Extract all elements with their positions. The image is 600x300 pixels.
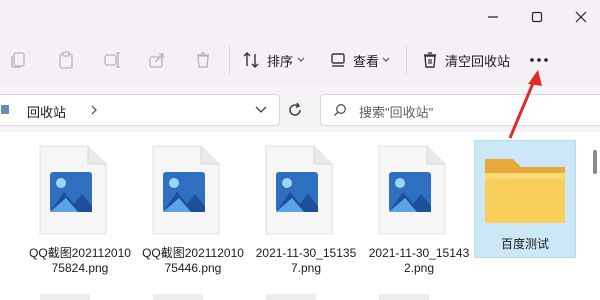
sort-icon (243, 52, 259, 68)
refresh-icon[interactable] (287, 102, 303, 118)
share-icon (149, 53, 164, 68)
view-button[interactable]: 查看 (353, 51, 379, 70)
chevron-down-icon[interactable] (255, 106, 267, 114)
address-bar[interactable]: 回收站 (0, 94, 280, 126)
more-icon (530, 58, 548, 62)
toolbar-separator (406, 46, 407, 74)
sort-icon-wrap[interactable] (240, 48, 264, 72)
image-file-icon (265, 145, 333, 235)
file-name: QQ截图20211201075824.png (29, 246, 131, 275)
share-button[interactable] (145, 48, 169, 72)
image-file-icon (152, 145, 220, 235)
sort-button[interactable]: 排序 (267, 51, 293, 70)
file-name: 2021-11-30_151357.png (255, 246, 357, 275)
view-icon-wrap[interactable] (326, 48, 350, 72)
vertical-scrollbar[interactable] (591, 140, 600, 300)
close-icon (575, 11, 587, 23)
minimize-icon (488, 16, 498, 18)
trash-icon (424, 52, 436, 68)
minimize-button[interactable] (470, 0, 516, 34)
file-item-partial[interactable] (40, 294, 90, 300)
folder-item-selected[interactable]: 百度测试 (474, 140, 576, 258)
delete-button[interactable] (191, 48, 215, 72)
view-chevron-down-icon (382, 57, 390, 62)
rename-icon (104, 52, 120, 68)
close-button[interactable] (558, 0, 600, 34)
file-item[interactable]: QQ截图20211201075446.png (141, 144, 245, 275)
paste-icon (59, 51, 73, 69)
sort-chevron-down-icon (297, 57, 305, 62)
chevron-right-icon[interactable] (91, 105, 97, 115)
search-input[interactable]: 搜索"回收站" (359, 102, 433, 121)
file-name: QQ截图20211201075446.png (142, 246, 244, 275)
file-item[interactable]: 2021-11-30_151432.png (367, 144, 471, 275)
folder-name: 百度测试 (500, 237, 549, 251)
recycle-bin-icon (1, 105, 9, 114)
file-name: 2021-11-30_151432.png (368, 246, 470, 275)
search-box[interactable]: 搜索"回收站" (320, 94, 600, 126)
file-item-partial[interactable] (266, 294, 316, 300)
copy-icon (11, 52, 25, 68)
view-icon (331, 53, 345, 67)
maximize-icon (531, 11, 543, 23)
maximize-button[interactable] (514, 0, 560, 34)
toolbar-separator (229, 46, 230, 74)
file-item-partial[interactable] (379, 294, 429, 300)
search-icon (334, 104, 346, 116)
empty-recycle-icon-wrap[interactable] (418, 48, 442, 72)
file-item[interactable]: 2021-11-30_151357.png (254, 144, 358, 275)
image-file-icon (39, 145, 107, 235)
copy-button[interactable] (6, 48, 30, 72)
breadcrumb-recycle-bin[interactable]: 回收站 (27, 102, 66, 121)
image-file-icon (378, 145, 446, 235)
annotation-arrow (508, 70, 542, 139)
file-item-partial[interactable] (153, 294, 203, 300)
title-bar (0, 0, 600, 34)
rename-button[interactable] (100, 48, 124, 72)
trash-icon (197, 52, 209, 68)
file-view: QQ截图20211201075824.png QQ截图2021120107544… (0, 132, 600, 300)
file-item[interactable]: QQ截图20211201075824.png (28, 144, 132, 275)
folder-icon (485, 159, 565, 223)
paste-button[interactable] (54, 48, 78, 72)
